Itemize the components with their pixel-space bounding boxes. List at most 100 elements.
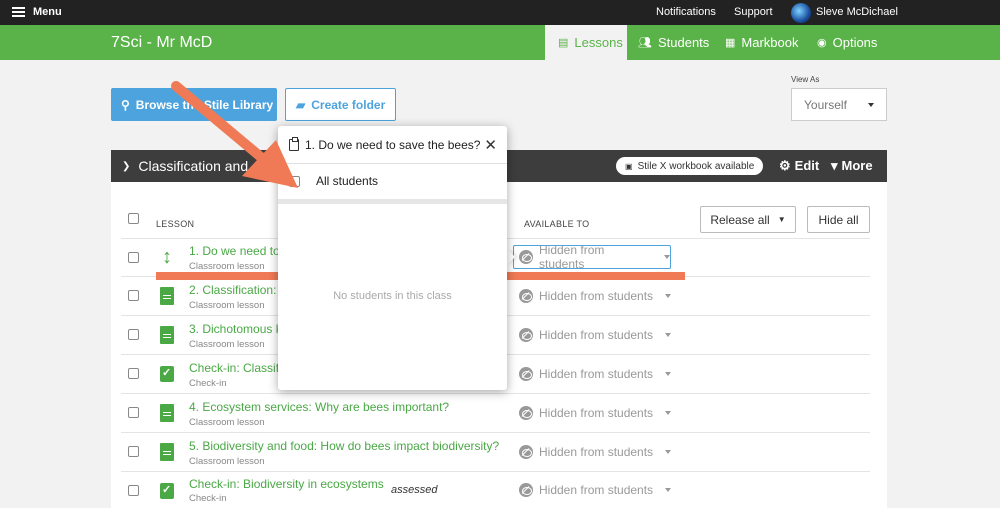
caret-down-icon bbox=[665, 294, 672, 298]
tab-lessons[interactable]: ▤ Lessons bbox=[545, 25, 627, 60]
empty-message: No students in this class bbox=[333, 290, 452, 302]
lesson-type: Classroom lesson bbox=[189, 417, 265, 428]
row-checkbox[interactable] bbox=[128, 446, 139, 457]
more-button[interactable]: ▾ More bbox=[831, 158, 873, 174]
document-icon bbox=[160, 404, 174, 422]
tab-markbook[interactable]: ▦ Markbook bbox=[725, 25, 798, 60]
row-checkbox[interactable] bbox=[128, 407, 139, 418]
eye-slash-icon bbox=[519, 406, 533, 420]
document-icon: ▤ bbox=[558, 37, 569, 49]
release-all-button[interactable]: Release all ▼ bbox=[700, 206, 796, 233]
document-icon bbox=[160, 287, 174, 305]
column-lesson: LESSON bbox=[156, 219, 195, 229]
caret-down-icon bbox=[665, 372, 672, 376]
caret-down-icon bbox=[665, 411, 672, 415]
avatar[interactable] bbox=[791, 3, 811, 23]
reorder-arrow-icon[interactable]: ↕ bbox=[160, 247, 174, 267]
create-folder-label: Create folder bbox=[311, 97, 386, 112]
eye-slash-icon bbox=[519, 367, 533, 381]
column-available: AVAILABLE TO bbox=[524, 219, 590, 229]
menu-button[interactable]: Menu bbox=[12, 6, 62, 18]
availability-dropdown[interactable]: Hidden from students bbox=[517, 401, 675, 425]
user-name[interactable]: Sleve McDichael bbox=[816, 6, 898, 18]
workbook-badge[interactable]: ▣ Stile X workbook available bbox=[616, 157, 764, 175]
document-icon bbox=[160, 326, 174, 344]
select-all-checkbox[interactable] bbox=[128, 213, 139, 224]
class-bar: 7Sci - Mr McD ▤ Lessons 👥︎ Students ▦ Ma… bbox=[0, 25, 1000, 60]
view-as-select[interactable]: Yourself bbox=[791, 88, 887, 121]
lesson-title[interactable]: 4. Ecosystem services: Why are bees impo… bbox=[189, 400, 449, 414]
row-checkbox[interactable] bbox=[128, 290, 139, 301]
gear-icon: ⚙ bbox=[779, 158, 791, 173]
availability-dropdown[interactable]: Hidden from students bbox=[513, 243, 671, 271]
close-icon[interactable]: ✕ bbox=[484, 136, 497, 154]
all-students-label: All students bbox=[316, 174, 379, 188]
row-checkbox[interactable] bbox=[128, 329, 139, 340]
release-all-label: Release all bbox=[710, 212, 770, 227]
lesson-type: Classroom lesson bbox=[189, 300, 265, 311]
lesson-type: Check-in bbox=[189, 378, 227, 389]
lesson-title[interactable]: Check-in: Classific bbox=[189, 361, 288, 375]
availability-dropdown[interactable]: Hidden from students bbox=[517, 440, 675, 464]
students-icon: 👥︎ bbox=[638, 37, 652, 49]
hide-all-label: Hide all bbox=[818, 212, 859, 227]
tab-options[interactable]: ◉ Options bbox=[817, 25, 877, 60]
availability-label: Hidden from students bbox=[539, 328, 654, 342]
row-checkbox[interactable] bbox=[128, 252, 139, 263]
eye-slash-icon bbox=[519, 289, 533, 303]
annotation-arrow bbox=[171, 81, 298, 188]
document-icon bbox=[160, 443, 174, 461]
view-as-value: Yourself bbox=[804, 97, 847, 112]
tab-students[interactable]: 👥︎ Students bbox=[638, 25, 709, 60]
availability-dropdown[interactable]: Hidden from students bbox=[517, 362, 675, 386]
more-label: More bbox=[841, 158, 873, 173]
chevron-circle-icon: ◉ bbox=[817, 37, 827, 49]
availability-label: Hidden from students bbox=[539, 445, 654, 459]
chevron-circle-icon: ▾ bbox=[831, 158, 838, 173]
divider bbox=[121, 432, 870, 433]
divider bbox=[121, 393, 870, 394]
tab-label: Options bbox=[832, 35, 878, 50]
availability-label: Hidden from students bbox=[539, 483, 654, 497]
hide-all-button[interactable]: Hide all bbox=[807, 206, 870, 233]
caret-down-icon: ▼ bbox=[777, 215, 786, 224]
lesson-type: Check-in bbox=[189, 493, 227, 504]
eye-slash-icon bbox=[519, 328, 533, 342]
menu-label: Menu bbox=[33, 6, 62, 18]
notifications-link[interactable]: Notifications bbox=[656, 6, 716, 18]
tab-label: Lessons bbox=[574, 35, 623, 50]
tab-label: Students bbox=[657, 35, 710, 50]
caret-down-icon bbox=[665, 333, 672, 337]
lesson-title[interactable]: 1. Do we need to bbox=[189, 244, 280, 258]
tab-label: Markbook bbox=[741, 35, 799, 50]
lesson-type: Classroom lesson bbox=[189, 261, 265, 272]
lesson-title[interactable]: 2. Classification: A bbox=[189, 283, 287, 297]
lesson-title[interactable]: 5. Biodiversity and food: How do bees im… bbox=[189, 439, 499, 453]
availability-popup: 1. Do we need to save the bees? ✕ All st… bbox=[278, 126, 507, 390]
lesson-title[interactable]: 3. Dichotomous k bbox=[189, 322, 282, 336]
availability-dropdown[interactable]: Hidden from students bbox=[517, 478, 675, 502]
lesson-title[interactable]: Check-in: Biodiversity in ecosystems bbox=[189, 477, 384, 491]
caret-down-icon bbox=[868, 103, 874, 107]
edit-button[interactable]: ⚙ Edit bbox=[779, 158, 819, 174]
caret-down-icon bbox=[664, 255, 670, 259]
row-checkbox[interactable] bbox=[128, 368, 139, 379]
search-icon: ⚲ bbox=[121, 97, 130, 112]
workbook-badge-label: Stile X workbook available bbox=[637, 160, 755, 172]
availability-dropdown[interactable]: Hidden from students bbox=[517, 323, 675, 347]
popup-title: 1. Do we need to save the bees? bbox=[305, 137, 481, 152]
row-checkbox[interactable] bbox=[128, 485, 139, 496]
hamburger-icon bbox=[12, 7, 25, 17]
divider bbox=[278, 199, 507, 204]
popup-header: 1. Do we need to save the bees? bbox=[278, 126, 507, 164]
support-link[interactable]: Support bbox=[734, 6, 773, 18]
class-title: 7Sci - Mr McD bbox=[111, 34, 213, 51]
availability-label: Hidden from students bbox=[539, 289, 654, 303]
availability-label: Hidden from students bbox=[539, 243, 605, 271]
availability-dropdown[interactable]: Hidden from students bbox=[517, 284, 675, 308]
grid-icon: ▦ bbox=[725, 37, 736, 49]
caret-down-icon bbox=[665, 450, 672, 454]
view-as-label: View As bbox=[791, 75, 820, 84]
availability-label: Hidden from students bbox=[539, 367, 654, 381]
assessed-label: assessed bbox=[391, 484, 438, 496]
